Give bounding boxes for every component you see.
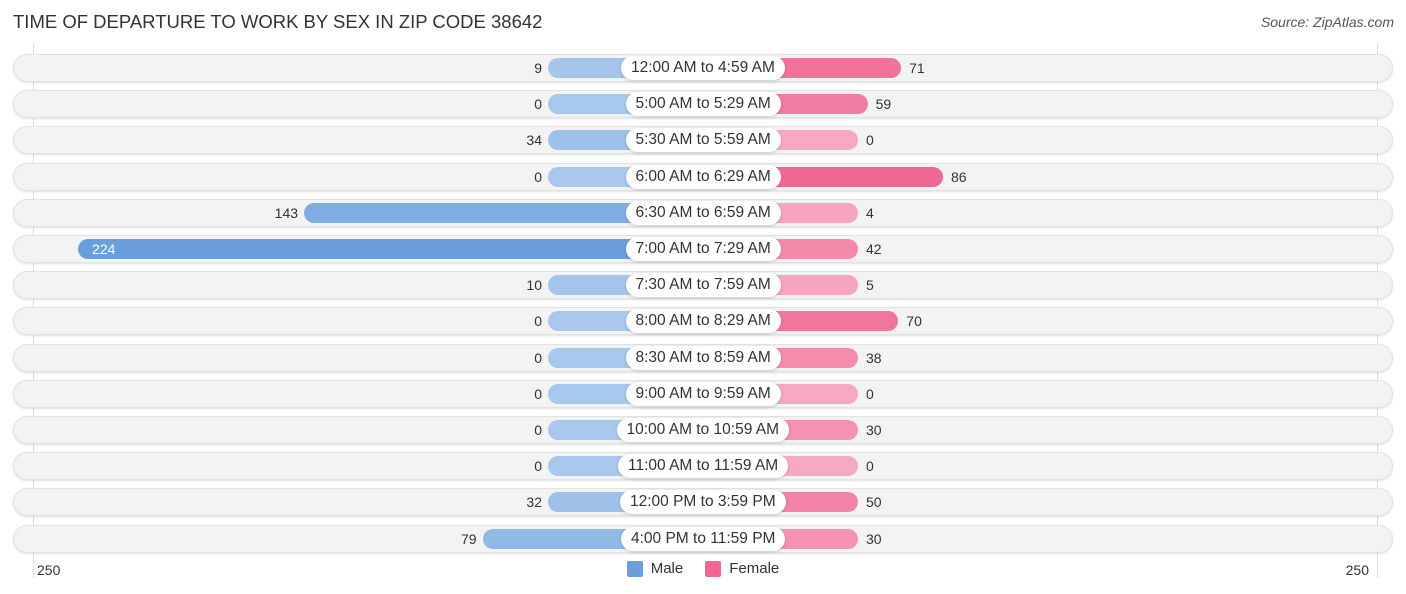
value-label-male: 0 xyxy=(534,168,542,185)
category-label: 10:00 AM to 10:59 AM xyxy=(616,418,790,442)
category-label: 8:30 AM to 8:59 AM xyxy=(625,345,781,370)
value-label-male: 79 xyxy=(461,530,477,547)
category-label: 6:00 AM to 6:29 AM xyxy=(625,164,781,189)
value-label-female: 50 xyxy=(866,494,882,511)
legend-label-male: Male xyxy=(650,560,684,577)
value-label-male: 0 xyxy=(534,313,542,330)
legend-item-male: Male xyxy=(626,560,684,577)
category-label: 11:00 AM to 11:59 AM xyxy=(618,454,789,479)
value-label-male: 0 xyxy=(534,422,542,438)
value-label-female: 86 xyxy=(950,168,967,185)
legend-label-female: Female xyxy=(729,560,780,577)
bar-male[interactable] xyxy=(78,239,703,259)
category-label: 5:00 AM to 5:29 AM xyxy=(625,92,781,117)
category-label: 5:30 AM to 5:59 AM xyxy=(625,128,781,153)
category-label: 12:00 PM to 3:59 PM xyxy=(620,490,786,515)
legend: Male Female xyxy=(0,560,1406,577)
value-label-male: 10 xyxy=(526,277,542,294)
value-label-female: 30 xyxy=(866,530,882,547)
category-label: 7:00 AM to 7:29 AM xyxy=(625,237,781,261)
category-label: 6:30 AM to 6:59 AM xyxy=(625,200,781,225)
value-label-female: 42 xyxy=(866,241,882,257)
value-label-male: 34 xyxy=(526,132,542,149)
value-label-female: 5 xyxy=(866,277,874,294)
category-label: 4:00 PM to 11:59 PM xyxy=(621,526,786,551)
category-label: 7:30 AM to 7:59 AM xyxy=(625,273,781,298)
value-label-male: 9 xyxy=(534,60,542,76)
legend-item-female: Female xyxy=(705,560,779,577)
value-label-male: 143 xyxy=(274,204,299,221)
value-label-female: 71 xyxy=(909,60,925,76)
diverging-bar-chart: 9 71 12:00 AM to 4:59 AM 0 59 5:00 AM to 5:29… xyxy=(0,0,1406,594)
value-label-female: 4 xyxy=(866,204,874,221)
category-label: 9:00 AM to 9:59 AM xyxy=(625,381,781,406)
value-label-male: 0 xyxy=(534,96,542,113)
value-label-female: 70 xyxy=(906,313,922,330)
value-label-female: 0 xyxy=(866,385,874,402)
legend-swatch-female xyxy=(705,560,722,577)
value-label-male: 0 xyxy=(534,458,542,475)
category-label: 8:00 AM to 8:29 AM xyxy=(625,309,781,334)
legend-swatch-male xyxy=(626,560,643,577)
value-label-female: 59 xyxy=(875,96,892,113)
value-label-male: 224 xyxy=(92,241,116,257)
value-label-female: 0 xyxy=(866,458,874,475)
value-label-male: 0 xyxy=(534,385,542,402)
value-label-male: 32 xyxy=(526,494,542,511)
value-label-female: 0 xyxy=(866,132,874,149)
value-label-male: 0 xyxy=(534,349,542,366)
value-label-female: 30 xyxy=(866,422,882,438)
category-label: 12:00 AM to 4:59 AM xyxy=(621,56,785,80)
value-label-female: 38 xyxy=(866,349,882,366)
